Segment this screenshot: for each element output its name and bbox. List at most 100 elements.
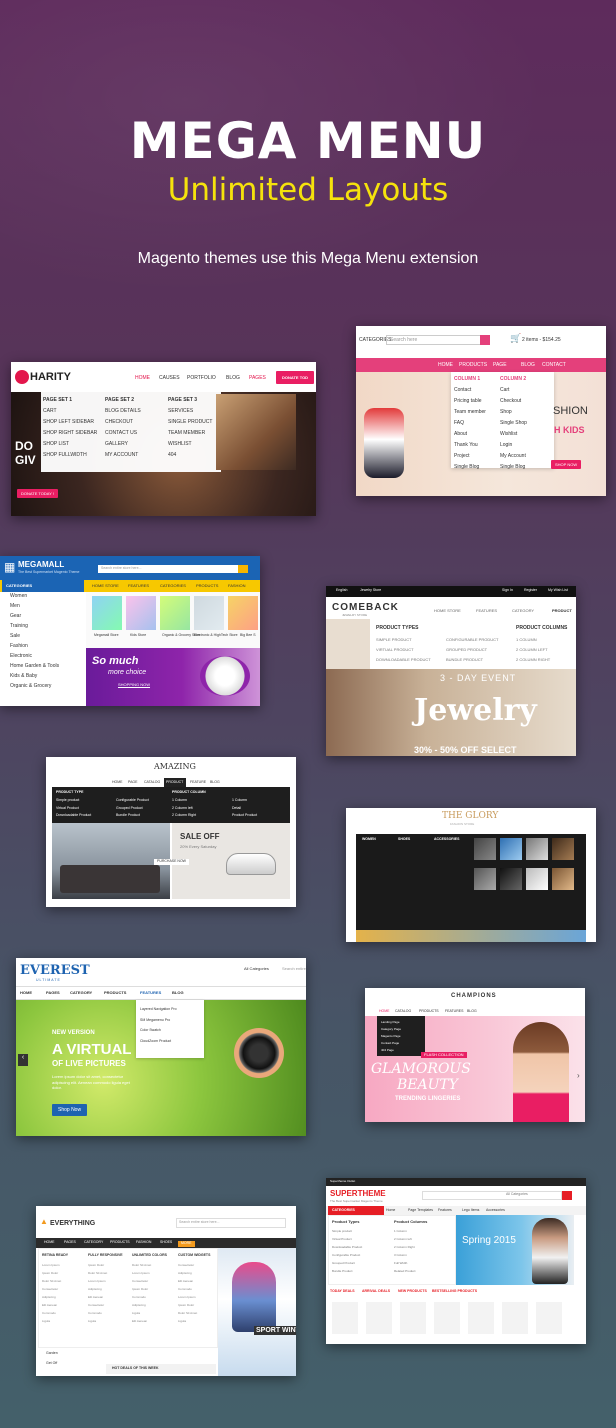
fashion-nav-contact[interactable]: CONTACT [542,363,566,368]
glory-product-thumb[interactable] [474,868,496,890]
charity-set1-item[interactable]: SHOP LIST [43,442,97,447]
charity-set2-item[interactable]: GALLERY [105,442,141,447]
everything-menu-item[interactable]: Ipsum Dolor [178,1304,197,1307]
charity-donate-button[interactable]: DONATE TOD [276,371,315,384]
charity-nav-pages[interactable]: PAGES [249,376,266,381]
fashion-col1-item[interactable]: Contact [454,388,486,393]
megamall-category-item[interactable]: Home Garden & Tools [2,664,84,669]
everything-menu-item[interactable]: Elit Aenean [88,1296,107,1299]
fashion-col1-item[interactable]: FAQ [454,421,486,426]
everest-nav-blog[interactable]: BLOG [172,991,184,995]
charity-set3-item[interactable]: 404 [168,453,212,458]
comeback-topbar-language[interactable]: English [336,588,347,593]
amazing-menu-item[interactable]: Bundle Product [116,813,149,818]
supertheme-column-item[interactable]: 1 Column [394,1230,416,1233]
everything-menu-item[interactable]: Adipiscing [88,1288,107,1291]
glory-product-thumb[interactable] [552,868,574,890]
glory-product-thumb[interactable] [526,838,548,860]
supertheme-product-thumb[interactable] [502,1302,528,1334]
comeback-topbar-register[interactable]: Register [524,588,537,593]
charity-nav-portfolio[interactable]: PORTFOLIO [187,376,216,381]
everest-shop-now-button[interactable]: Shop Now [52,1104,88,1116]
comeback-type-item[interactable]: SIMPLE PRODUCT [376,638,431,642]
champions-nav-home[interactable]: HOME [379,1009,390,1014]
everest-nav-features[interactable]: FEATURES [140,991,161,995]
fashion-col2-item[interactable]: Single Blog [500,465,527,470]
everything-menu-item[interactable]: Lorem Ipsum [132,1272,151,1275]
chevron-left-icon[interactable]: ‹ [18,1054,28,1066]
everest-dropdown-item[interactable]: SM Megamenu Pro [140,1018,177,1023]
everything-menu-item[interactable]: Dolor Sit Amet [88,1272,107,1275]
amazing-nav-feature[interactable]: FEATURE [190,780,206,785]
comeback-topbar-store[interactable]: Jewelry Store [360,588,381,593]
everything-menu-item[interactable]: Commodo [132,1296,151,1299]
champions-nav-products[interactable]: PRODUCTS [419,1009,439,1014]
charity-set3-item[interactable]: WISHLIST [168,442,212,447]
everything-menu-item[interactable]: Lorem Ipsum [178,1296,197,1299]
charity-set2-item[interactable]: BLOG DETAILS [105,409,141,414]
supertheme-type-item[interactable]: Virtual Product [332,1238,362,1241]
everything-nav-more[interactable]: MORE [178,1241,195,1247]
supertheme-column-item[interactable]: Related Product [394,1270,416,1273]
supertheme-product-thumb[interactable] [434,1302,460,1334]
supertheme-product-thumb[interactable] [468,1302,494,1334]
everything-menu-item[interactable]: Commodo [88,1312,107,1315]
champions-nav-catalog[interactable]: CATALOG [395,1009,411,1014]
megamall-store-label[interactable]: Megamall Store [94,633,119,638]
champions-dropdown-item[interactable]: Category Page [381,1028,401,1031]
fashion-col1-item[interactable]: Single Blog [454,465,486,470]
chevron-right-icon[interactable]: › [577,1072,580,1080]
amazing-menu-item[interactable]: Product Product [232,813,257,818]
everest-nav-category[interactable]: CATEGORY [70,991,92,995]
amazing-nav-page[interactable]: PAGE [128,780,137,785]
megamall-store-thumb[interactable] [160,596,190,630]
supertheme-nav-item[interactable]: Accessories [486,1208,505,1213]
everything-side-item[interactable]: Get Off [46,1361,57,1366]
fashion-col1-item[interactable]: Project [454,454,486,459]
fashion-col2-item[interactable]: My Account [500,454,527,459]
comeback-nav-home-store[interactable]: HOME STORE [434,609,461,613]
charity-set3-item[interactable]: SERVICES [168,409,212,414]
supertheme-tab[interactable]: ARRIVAL DEALS [362,1289,390,1294]
everest-nav-pages[interactable]: PAGES [46,991,60,995]
fashion-col1-item[interactable]: Team member [454,410,486,415]
everything-menu-item[interactable]: Consectetur [42,1288,61,1291]
fashion-cart[interactable]: 2 items - $154.25 [522,338,561,343]
everything-nav-item[interactable]: CATEGORY [84,1240,103,1245]
champions-dropdown-item[interactable]: Landing Page [381,1021,401,1024]
everything-nav-item[interactable]: HOME [44,1240,55,1245]
supertheme-nav-item[interactable]: Lego Items [462,1208,479,1213]
everything-side-item[interactable]: Garden [46,1351,58,1356]
supertheme-type-item[interactable]: Downloadable Product [332,1246,362,1249]
supertheme-nav-item[interactable]: Page Templates [408,1208,433,1213]
charity-set1-item[interactable]: SHOP RIGHT SIDEBAR [43,431,97,436]
fashion-col2-item[interactable]: Single Shop [500,421,527,426]
supertheme-tab[interactable]: TODAY DEALS [330,1289,355,1294]
megamall-store-label[interactable]: Kids Store [130,633,146,638]
comeback-nav-product[interactable]: PRODUCT [552,609,572,613]
comeback-column-item[interactable]: 2 COLUMN LEFT [516,648,550,652]
amazing-nav-catalog[interactable]: CATALOG [144,780,160,785]
fashion-col2-item[interactable]: Wishlist [500,432,527,437]
megamall-nav-products[interactable]: PRODUCTS [196,584,218,588]
champions-dropdown-item[interactable]: Magento Page [381,1035,401,1038]
fashion-shop-now-button[interactable]: SHOP NOW [551,460,582,469]
everest-dropdown-item[interactable]: CloudZoom Product [140,1039,177,1044]
everything-menu-item[interactable]: Adipiscing [42,1296,61,1299]
comeback-nav-category[interactable]: CATEGORY [512,609,534,613]
megamall-store-label[interactable]: Big Bee S [240,633,256,638]
megamall-category-item[interactable]: Electronic [2,654,84,659]
everything-menu-item[interactable]: Ipsum Dolor [132,1288,151,1291]
everest-nav-products[interactable]: PRODUCTS [104,991,126,995]
everything-menu-item[interactable]: Lorem Ipsum [88,1280,107,1283]
amazing-nav-blog[interactable]: BLOG [210,780,220,785]
champions-dropdown-item[interactable]: Contact Page [381,1042,401,1045]
champions-nav-blog[interactable]: BLOG [467,1009,477,1014]
comeback-type-item[interactable]: BUNDLE PRODUCT [446,658,498,662]
everest-nav-home[interactable]: HOME [20,991,32,995]
amazing-nav-home[interactable]: HOME [112,780,123,785]
supertheme-nav-item[interactable]: Home [386,1208,395,1213]
fashion-col2-item[interactable]: Login [500,443,527,448]
everything-menu-item[interactable]: Elit Aenean [42,1304,61,1307]
megamall-nav-home-store[interactable]: HOME STORE [92,584,119,588]
